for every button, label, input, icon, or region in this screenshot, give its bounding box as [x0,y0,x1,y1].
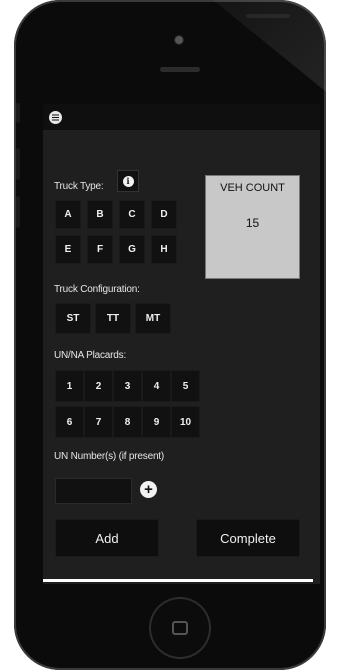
placard-button-5[interactable]: 5 [171,370,200,402]
truck-type-label: Truck Type: [54,181,104,192]
complete-button[interactable]: Complete [196,519,300,557]
placard-button-6[interactable]: 6 [55,406,84,438]
truck-type-button-d[interactable]: D [151,200,177,229]
placards-grid: 1 2 3 4 5 6 7 8 9 10 [55,370,200,438]
truck-type-button-c[interactable]: C [119,200,145,229]
placard-button-1[interactable]: 1 [55,370,84,402]
un-number-label: UN Number(s) (if present) [54,451,165,462]
placard-button-9[interactable]: 9 [142,406,171,438]
phone-side-switch [16,103,20,123]
placard-button-3[interactable]: 3 [113,370,142,402]
placard-button-4[interactable]: 4 [142,370,171,402]
add-un-number-button[interactable]: + [140,481,157,498]
truck-type-button-b[interactable]: B [87,200,113,229]
truck-type-button-e[interactable]: E [55,235,81,264]
front-camera [175,36,183,44]
home-button[interactable] [151,599,209,657]
truck-config-button-st[interactable]: ST [55,303,91,334]
placards-label: UN/NA Placards: [54,350,127,361]
veh-count-value: 15 [245,216,260,230]
un-number-input[interactable] [55,478,132,504]
info-icon[interactable]: i [117,170,139,192]
truck-config-label: Truck Configuration: [54,284,140,295]
menu-icon[interactable] [49,111,62,124]
truck-config-button-mt[interactable]: MT [135,303,171,334]
placard-button-7[interactable]: 7 [84,406,113,438]
top-bar [43,104,320,130]
placard-button-2[interactable]: 2 [84,370,113,402]
add-button[interactable]: Add [55,519,159,557]
earpiece-speaker [160,67,200,72]
truck-type-button-a[interactable]: A [55,200,81,229]
truck-type-button-h[interactable]: H [151,235,177,264]
truck-type-button-g[interactable]: G [119,235,145,264]
veh-count-title: VEH COUNT [220,182,285,194]
phone-volume-up [16,148,20,180]
phone-volume-down [16,196,20,228]
truck-type-button-f[interactable]: F [87,235,113,264]
app-screen: Truck Type: i ABCDEFGH VEH COUNT 15 Truc… [43,104,320,584]
veh-count-panel: VEH COUNT 15 [205,175,300,279]
placard-button-10[interactable]: 10 [171,406,200,438]
truck-type-grid: ABCD EFGH [55,200,177,264]
truck-config-grid: ST TT MT [55,303,171,334]
truck-config-button-tt[interactable]: TT [95,303,131,334]
placard-button-8[interactable]: 8 [113,406,142,438]
screen-divider-line [43,579,313,582]
home-icon [172,621,188,635]
